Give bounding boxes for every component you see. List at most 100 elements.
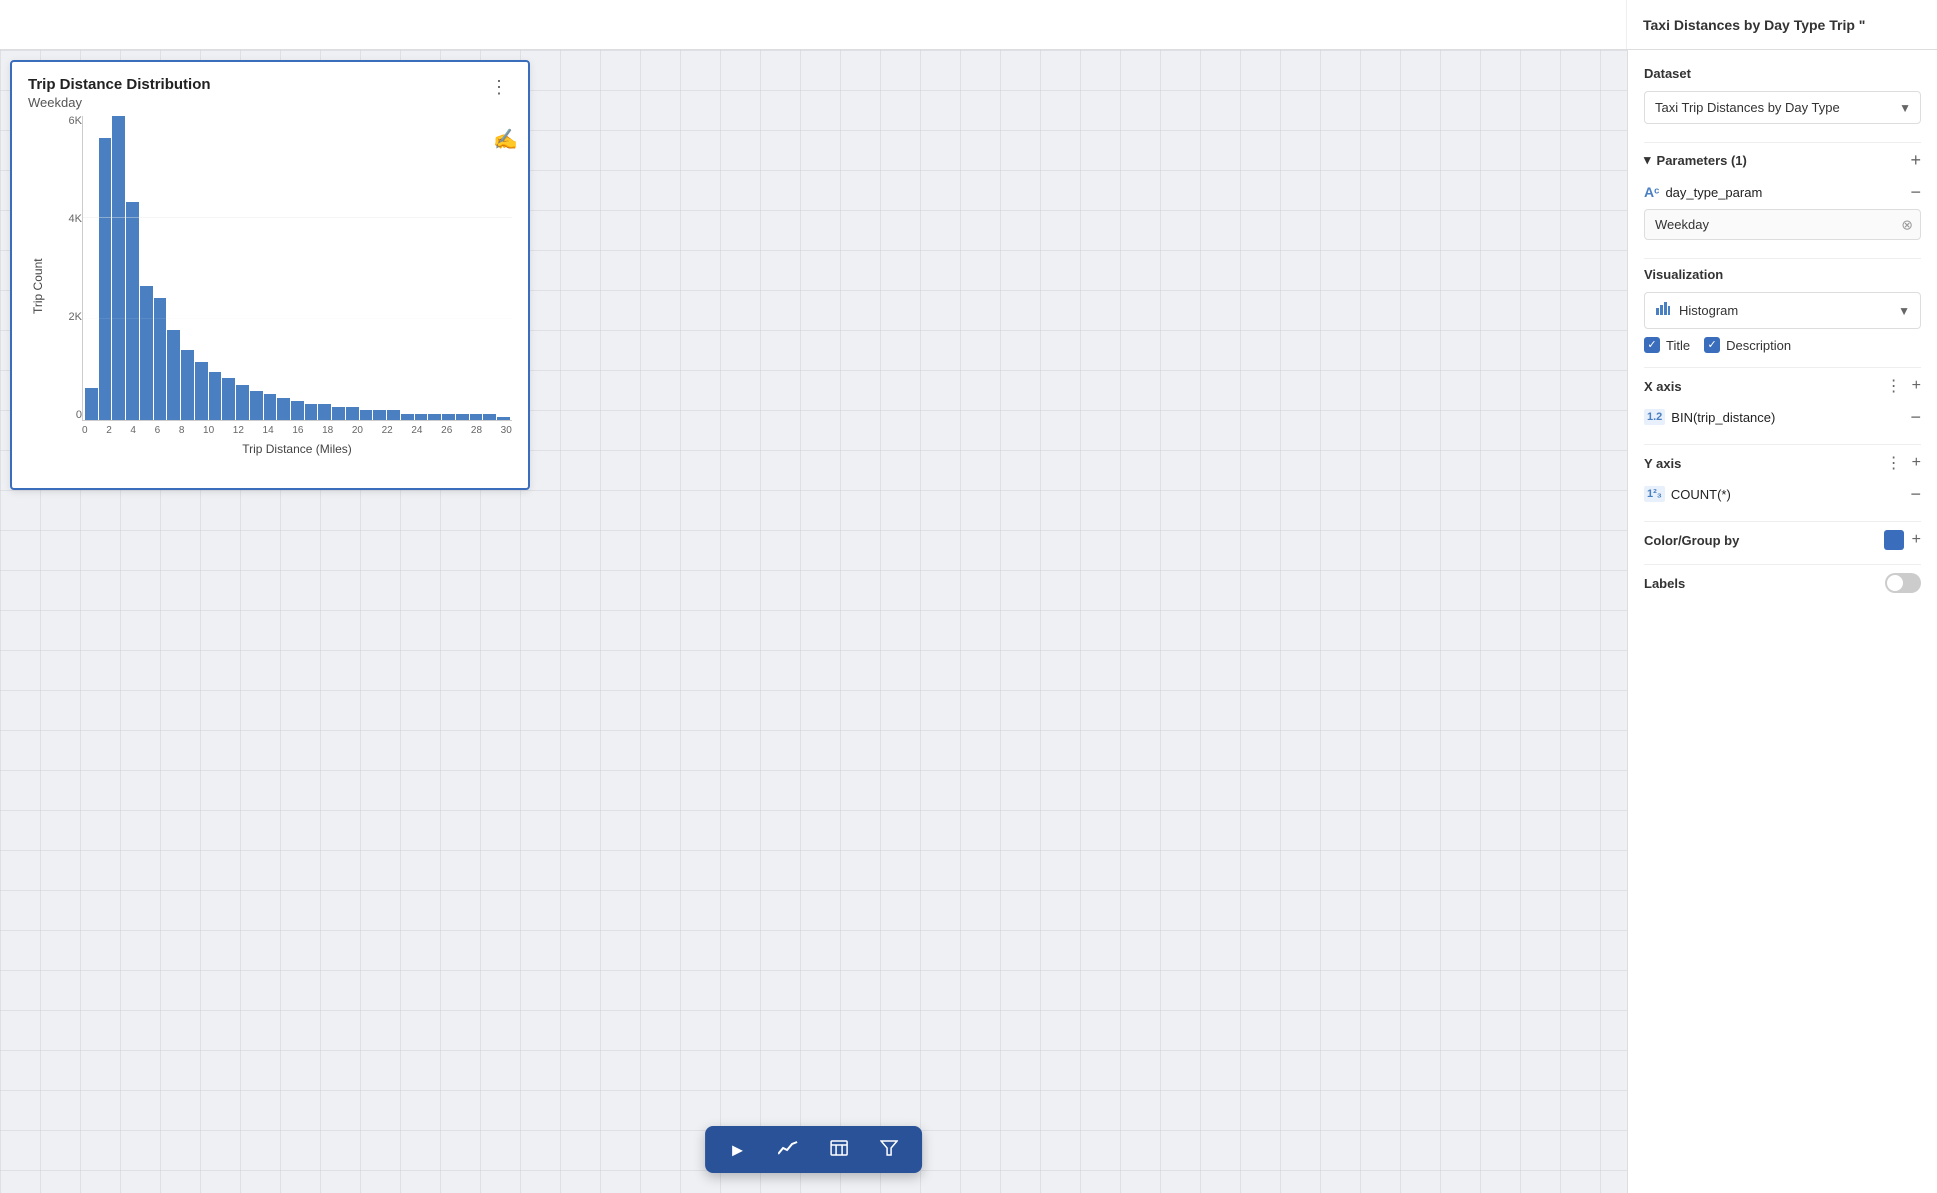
y-ticks-and-bars: 6K 4K 2K 0 — [52, 116, 512, 421]
main-container: Trip Distance Distribution Weekday ⋮ ✍ T… — [0, 50, 1937, 1193]
parameter-name: Aᶜ day_type_param — [1644, 184, 1762, 200]
bar-15 — [291, 401, 304, 420]
y-axis-options-button[interactable]: ⋮ — [1886, 453, 1902, 473]
bar-24 — [415, 414, 428, 420]
bar-25 — [428, 414, 441, 420]
bar-11 — [236, 385, 249, 420]
bar-19 — [346, 407, 359, 420]
color-swatch[interactable] — [1884, 530, 1904, 550]
divider-6 — [1644, 564, 1921, 565]
x-axis-actions: ⋮ + — [1886, 376, 1921, 396]
y-axis-add-button[interactable]: + — [1912, 453, 1921, 473]
y-axis-header: Y axis ⋮ + — [1644, 453, 1921, 473]
labels-toggle[interactable] — [1885, 573, 1921, 593]
parameters-label: Parameters (1) — [1657, 153, 1747, 168]
bar-12 — [250, 391, 263, 420]
title-checkbox-label: Title — [1666, 338, 1690, 353]
x-tick-22: 22 — [382, 425, 393, 436]
bar-27 — [456, 414, 469, 420]
canvas-area[interactable]: Trip Distance Distribution Weekday ⋮ ✍ T… — [0, 50, 1627, 1193]
x-axis-remove-button[interactable]: − — [1910, 408, 1921, 426]
x-axis-title: X axis — [1644, 379, 1682, 394]
visualization-section: Visualization Histogram ▼ ✓ — [1644, 267, 1921, 353]
parameters-header: ▾ Parameters (1) + — [1644, 151, 1921, 169]
dataset-section: Dataset Taxi Trip Distances by Day Type … — [1644, 66, 1921, 124]
y-axis-field-name: 1²₃ COUNT(*) — [1644, 486, 1731, 502]
x-tick-30: 30 — [501, 425, 512, 436]
color-group-add-button[interactable]: + — [1912, 531, 1921, 549]
x-tick-26: 26 — [441, 425, 452, 436]
y-axis-remove-button[interactable]: − — [1910, 485, 1921, 503]
parameter-value-input[interactable] — [1644, 209, 1921, 240]
checkmark-icon: ✓ — [1647, 340, 1656, 351]
histogram-bars — [83, 116, 512, 420]
y-axis-label: Trip Count — [28, 116, 48, 456]
description-checkbox[interactable]: ✓ Description — [1704, 337, 1791, 353]
parameters-collapse-btn[interactable]: ▾ Parameters (1) — [1644, 152, 1747, 168]
dataset-select[interactable]: Taxi Trip Distances by Day Type — [1644, 91, 1921, 124]
dataset-label: Dataset — [1644, 66, 1921, 81]
chart-menu-button[interactable]: ⋮ — [486, 76, 512, 98]
y-axis-field-row: 1²₃ COUNT(*) − — [1644, 481, 1921, 507]
visualization-label: Visualization — [1644, 267, 1921, 282]
bar-26 — [442, 414, 455, 420]
visualization-type-select[interactable]: Histogram ▼ — [1644, 292, 1921, 329]
parameter-remove-button[interactable]: − — [1910, 183, 1921, 201]
line-chart-tool-button[interactable] — [770, 1134, 806, 1165]
x-tick-14: 14 — [263, 425, 274, 436]
bar-9 — [209, 372, 222, 420]
bars-container — [82, 116, 512, 421]
bar-21 — [373, 410, 386, 420]
y-field-name-text: COUNT(*) — [1671, 487, 1731, 502]
color-group-actions: + — [1884, 530, 1921, 550]
checkmark-icon-2: ✓ — [1707, 340, 1716, 351]
bar-29 — [483, 414, 496, 420]
description-checkbox-label: Description — [1726, 338, 1791, 353]
x-axis-add-button[interactable]: + — [1912, 376, 1921, 396]
param-type-icon: Aᶜ — [1644, 184, 1659, 200]
page-title-text: Taxi Distances by Day Type Trip " — [1643, 17, 1865, 33]
chart-subtitle: Weekday — [28, 95, 211, 110]
bar-3 — [126, 202, 139, 420]
chart-card: Trip Distance Distribution Weekday ⋮ ✍ T… — [10, 60, 530, 490]
y-axis-section: Y axis ⋮ + 1²₃ COUNT(*) − — [1644, 453, 1921, 507]
divider-5 — [1644, 521, 1921, 522]
top-bar: Taxi Distances by Day Type Trip " — [0, 0, 1937, 50]
cursor-tool-button[interactable]: ► — [721, 1135, 755, 1165]
x-tick-0: 0 — [82, 425, 88, 436]
y-ticks: 6K 4K 2K 0 — [52, 116, 82, 421]
right-sidebar: Dataset Taxi Trip Distances by Day Type … — [1627, 50, 1937, 1193]
bottom-toolbar: ► — [705, 1126, 923, 1173]
filter-tool-button[interactable] — [872, 1134, 906, 1165]
bar-6 — [167, 330, 180, 420]
parameter-value-wrapper: ⊗ — [1644, 209, 1921, 240]
x-tick-12: 12 — [233, 425, 244, 436]
x-tick-24: 24 — [411, 425, 422, 436]
table-tool-button[interactable] — [822, 1134, 856, 1165]
x-ticks-row: 024681012141618202224262830 — [82, 425, 512, 436]
labels-label: Labels — [1644, 576, 1685, 591]
x-tick-18: 18 — [322, 425, 333, 436]
divider-1 — [1644, 142, 1921, 143]
title-checkbox[interactable]: ✓ Title — [1644, 337, 1690, 353]
parameter-value-clear-icon[interactable]: ⊗ — [1901, 216, 1913, 233]
parameters-add-button[interactable]: + — [1910, 151, 1921, 169]
dataset-select-wrapper[interactable]: Taxi Trip Distances by Day Type ▼ — [1644, 91, 1921, 124]
y-tick-6k: 6K — [69, 116, 82, 127]
chart-title-group: Trip Distance Distribution Weekday — [28, 76, 211, 110]
chart-title: Trip Distance Distribution — [28, 76, 211, 93]
bar-2 — [112, 116, 125, 420]
x-tick-16: 16 — [292, 425, 303, 436]
bar-7 — [181, 350, 194, 420]
title-checkbox-box: ✓ — [1644, 337, 1660, 353]
bar-0 — [85, 388, 98, 420]
bar-4 — [140, 286, 153, 420]
bar-10 — [222, 378, 235, 420]
checkbox-row: ✓ Title ✓ Description — [1644, 337, 1921, 353]
divider-3 — [1644, 367, 1921, 368]
x-axis-options-button[interactable]: ⋮ — [1886, 376, 1902, 396]
x-axis-label: Trip Distance (Miles) — [52, 442, 512, 456]
y-field-type-icon: 1²₃ — [1644, 486, 1665, 502]
parameter-row: Aᶜ day_type_param − — [1644, 179, 1921, 209]
bar-23 — [401, 414, 414, 420]
